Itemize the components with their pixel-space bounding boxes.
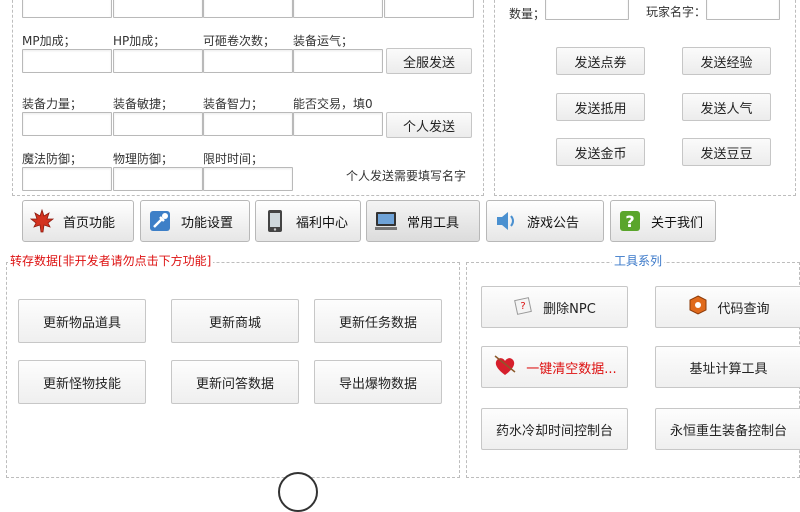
top-input-1[interactable] — [22, 0, 112, 18]
tab-welfare-label: 福利中心 — [296, 215, 349, 231]
potion-cooldown-button[interactable]: 药水冷却时间控制台 — [481, 408, 628, 450]
pdef-input[interactable] — [113, 167, 203, 191]
update-items-button[interactable]: 更新物品道具 — [18, 299, 146, 343]
luck-label: 装备运气； — [293, 34, 354, 48]
dex-input[interactable] — [113, 112, 203, 136]
quantity-input[interactable] — [545, 0, 629, 20]
str-label: 装备力量； — [22, 97, 83, 111]
tablet-icon — [262, 208, 288, 234]
delete-npc-button[interactable]: ? 删除NPC — [481, 286, 628, 328]
send-points-button[interactable]: 发送点券 — [556, 47, 645, 75]
send-gold-button[interactable]: 发送金币 — [556, 138, 645, 166]
cube-icon — [687, 294, 709, 320]
tab-about[interactable]: ? 关于我们 — [610, 200, 716, 242]
speaker-icon — [493, 208, 519, 234]
update-quiz-button[interactable]: 更新问答数据 — [171, 360, 299, 404]
trade-label: 能否交易，填0 — [293, 97, 373, 111]
update-mob-skills-button[interactable]: 更新怪物技能 — [18, 360, 146, 404]
export-drops-button[interactable]: 导出爆物数据 — [314, 360, 442, 404]
maple-leaf-icon — [29, 208, 55, 234]
tools-title: 工具系列 — [612, 252, 665, 269]
clear-data-button[interactable]: 一键清空数据... — [481, 346, 628, 388]
scroll-count-input[interactable] — [203, 49, 293, 73]
time-limit-input[interactable] — [203, 167, 293, 191]
tools-icon — [147, 208, 173, 234]
trade-input[interactable] — [293, 112, 383, 136]
tab-announcements[interactable]: 游戏公告 — [486, 200, 604, 242]
clear-data-label: 一键清空数据... — [526, 361, 617, 377]
player-name-input[interactable] — [706, 0, 780, 20]
update-quest-button[interactable]: 更新任务数据 — [314, 299, 442, 343]
pdef-label: 物理防御； — [113, 152, 174, 166]
player-name-label: 玩家名字： — [646, 5, 707, 19]
svg-text:?: ? — [521, 301, 526, 312]
top-input-5[interactable] — [384, 0, 474, 18]
send-fame-button[interactable]: 发送人气 — [682, 93, 771, 121]
tab-common-tools[interactable]: 常用工具 — [366, 200, 480, 242]
help-icon: ? — [617, 208, 643, 234]
data-dump-title: 转存数据[非开发者请勿点击下方功能] — [8, 252, 214, 269]
delete-npc-label: 删除NPC — [543, 301, 596, 317]
int-label: 装备智力； — [203, 97, 264, 111]
time-limit-label: 限时时间； — [203, 152, 264, 166]
int-input[interactable] — [203, 112, 293, 136]
tab-settings-label: 功能设置 — [181, 215, 234, 231]
top-input-2[interactable] — [113, 0, 203, 18]
tab-home-label: 首页功能 — [63, 215, 116, 231]
top-input-4[interactable] — [293, 0, 383, 18]
svg-text:?: ? — [625, 212, 634, 231]
top-input-3[interactable] — [203, 0, 293, 18]
personal-send-button[interactable]: 个人发送 — [386, 112, 472, 138]
send-voucher-button[interactable]: 发送抵用 — [556, 93, 645, 121]
mdef-label: 魔法防御； — [22, 152, 83, 166]
send-exp-button[interactable]: 发送经验 — [682, 47, 771, 75]
code-query-label: 代码查询 — [717, 301, 770, 317]
luck-input[interactable] — [293, 49, 383, 73]
address-calc-button[interactable]: 基址计算工具 — [655, 346, 800, 388]
quantity-label: 数量； — [509, 7, 546, 21]
hp-bonus-input[interactable] — [113, 49, 203, 73]
tab-common-tools-label: 常用工具 — [407, 215, 460, 231]
personal-send-note: 个人发送需要填写名字 — [346, 169, 467, 183]
scroll-count-label: 可砸卷次数； — [203, 34, 276, 48]
tab-welfare[interactable]: 福利中心 — [255, 200, 361, 242]
code-query-button[interactable]: 代码查询 — [655, 286, 800, 328]
hp-bonus-label: HP加成； — [113, 34, 166, 48]
mdef-input[interactable] — [22, 167, 112, 191]
dex-label: 装备敏捷； — [113, 97, 174, 111]
tab-settings[interactable]: 功能设置 — [140, 200, 250, 242]
tab-announcements-label: 游戏公告 — [527, 215, 580, 231]
npc-note-icon: ? — [513, 294, 535, 320]
tab-about-label: 关于我们 — [651, 215, 704, 231]
tab-home[interactable]: 首页功能 — [22, 200, 134, 242]
update-mall-button[interactable]: 更新商城 — [171, 299, 299, 343]
heart-arrow-icon — [492, 352, 518, 382]
mp-bonus-input[interactable] — [22, 49, 112, 73]
send-beans-button[interactable]: 发送豆豆 — [682, 138, 771, 166]
str-input[interactable] — [22, 112, 112, 136]
rebirth-equip-button[interactable]: 永恒重生装备控制台 — [655, 408, 800, 450]
mp-bonus-label: MP加成； — [22, 34, 76, 48]
computer-icon — [373, 208, 399, 234]
all-server-send-button[interactable]: 全服发送 — [386, 48, 472, 74]
bottom-circle-button[interactable] — [278, 472, 318, 512]
